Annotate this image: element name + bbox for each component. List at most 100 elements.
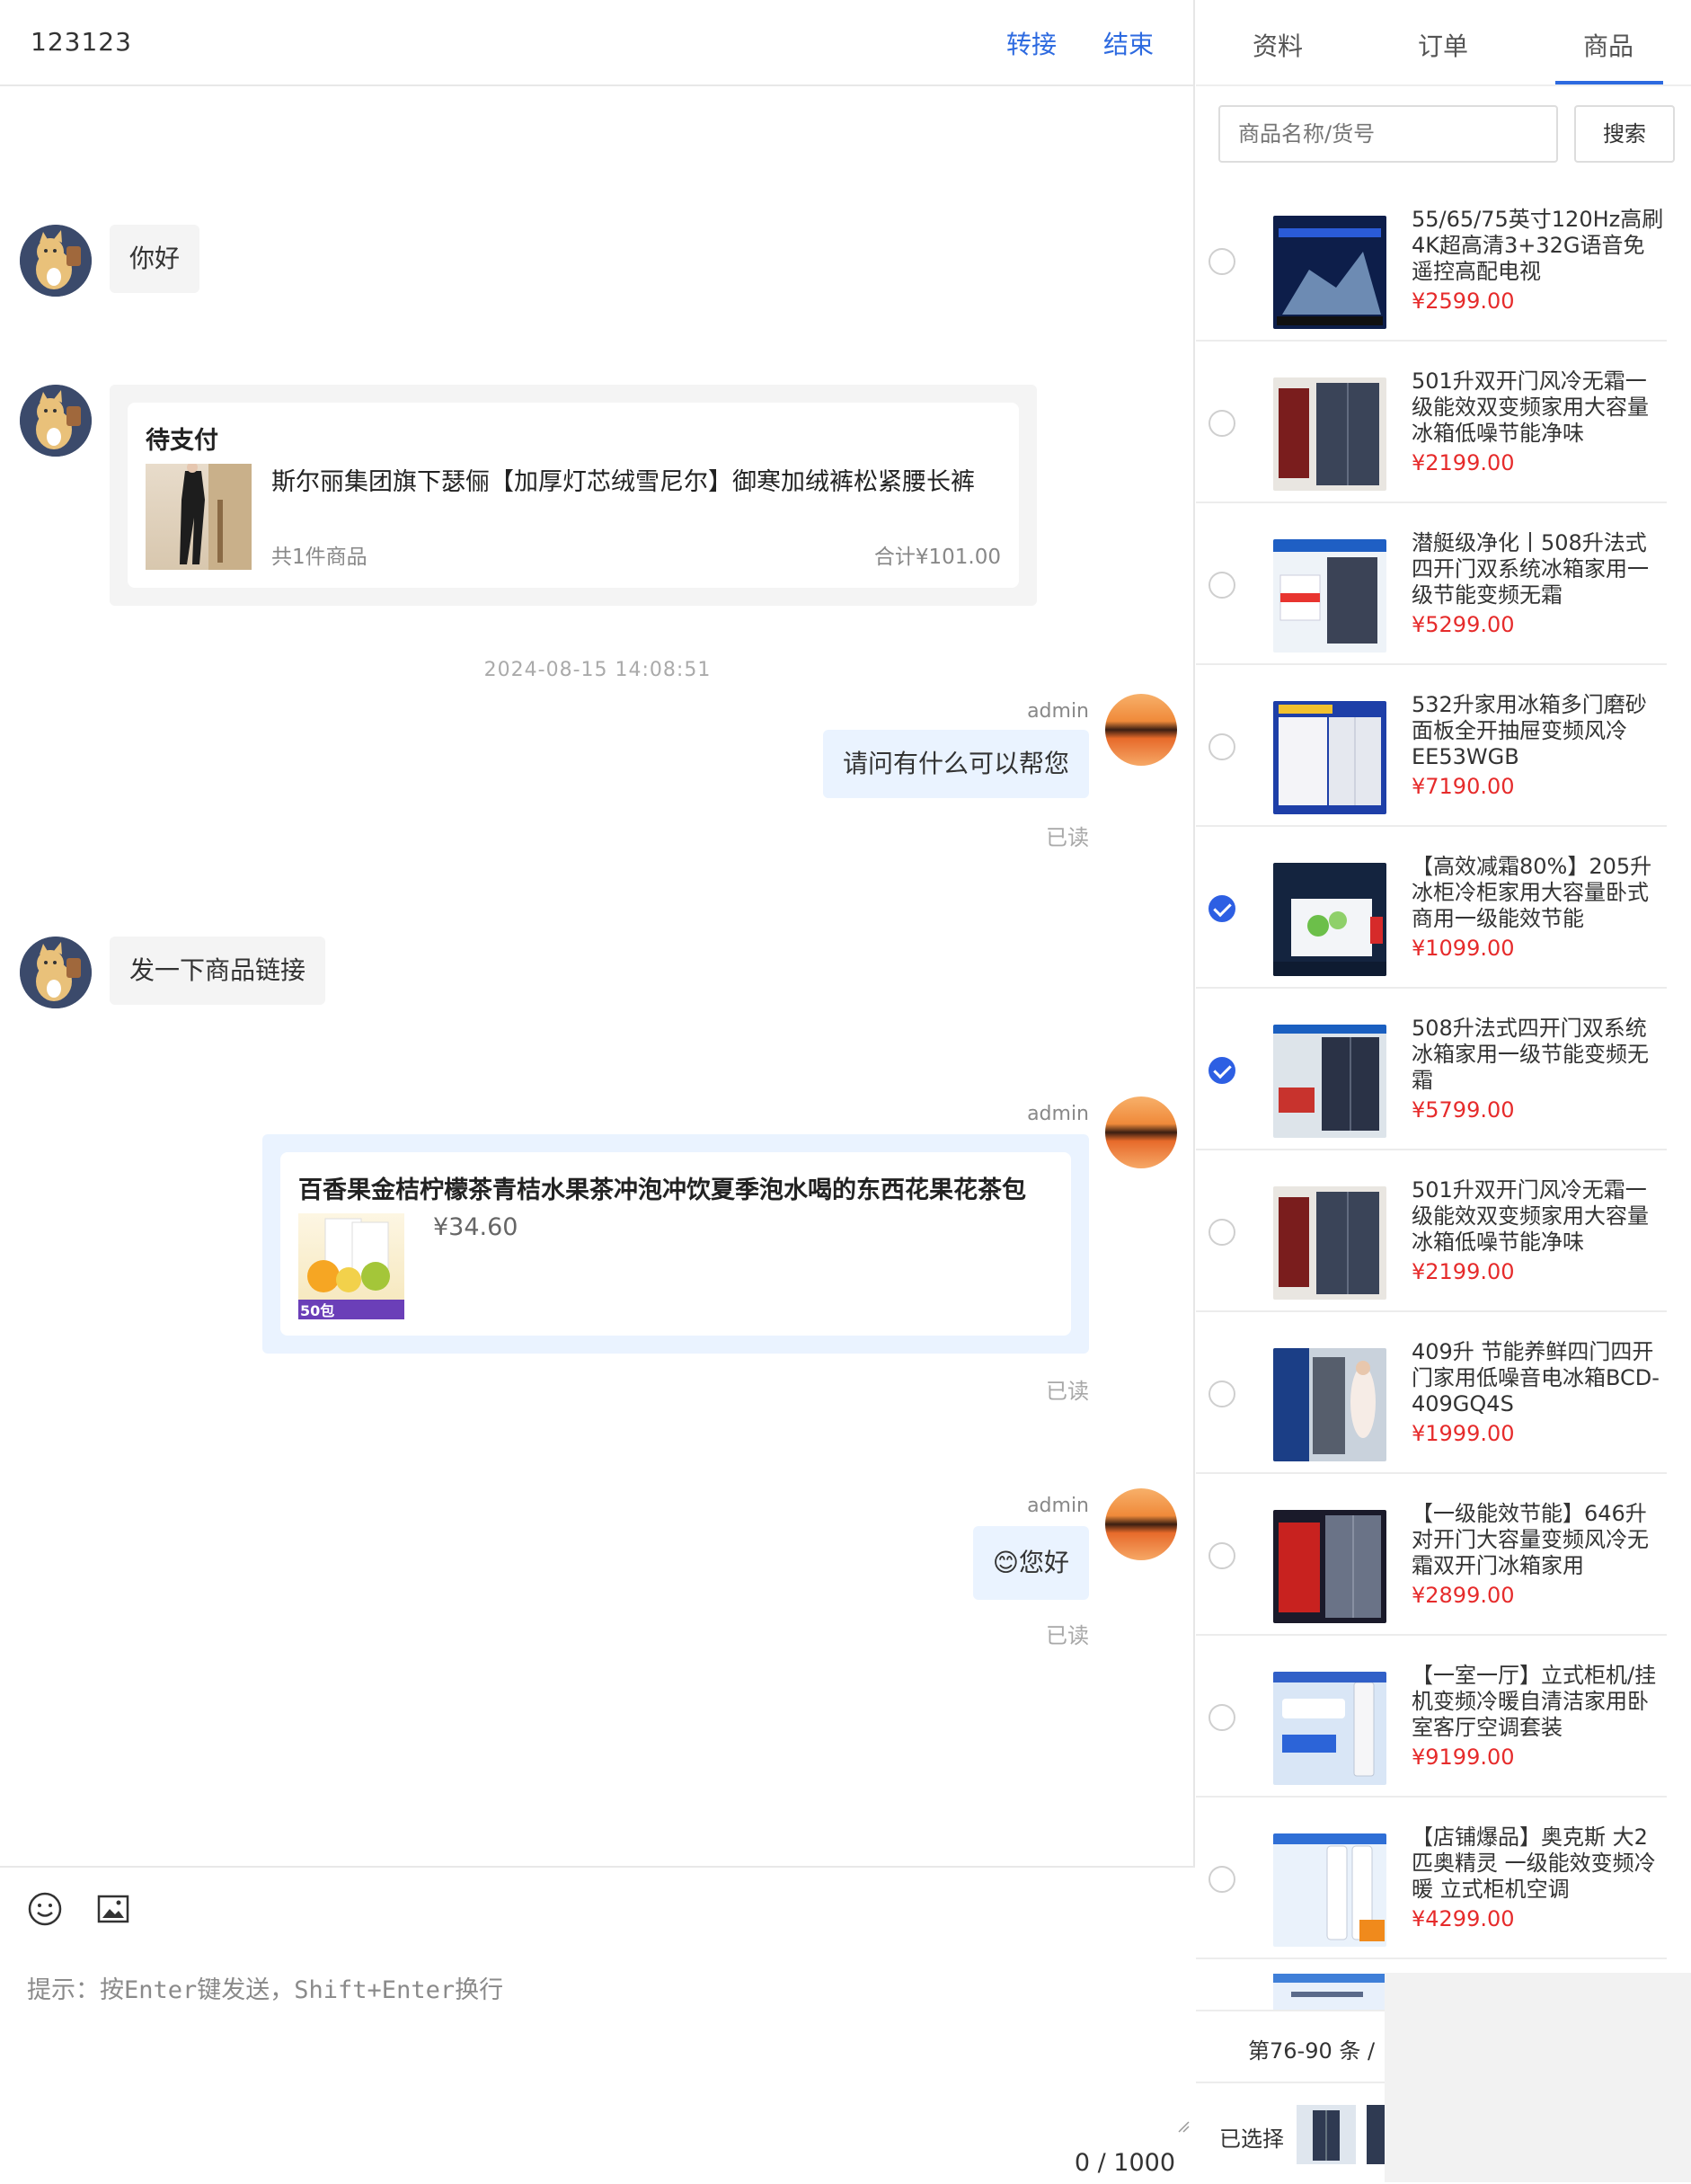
product-title: 501升双开门风冷无霜一级能效双变频家用大容量冰箱低噪节能净味 <box>1412 1177 1649 1255</box>
divider <box>1196 2082 1385 2083</box>
product-checkbox[interactable] <box>1208 410 1235 437</box>
product-item[interactable]: 【店铺爆品】奥克斯 大2匹奥精灵 一级能效变频冷暖 立式柜机空调 ¥4299.00 <box>1196 1798 1667 1959</box>
customer-avatar <box>20 385 92 457</box>
composer-hint[interactable]: 提示：按Enter键发送，Shift+Enter换行 <box>27 1970 503 2005</box>
char-counter: 0 / 1000 <box>1074 2149 1175 2177</box>
product-checkbox[interactable] <box>1208 1219 1235 1246</box>
tab-profile[interactable]: 资料 <box>1253 27 1303 63</box>
search-button[interactable]: 搜索 <box>1574 105 1675 163</box>
product-checkbox[interactable] <box>1208 1381 1235 1407</box>
order-message: 待支付 斯尔丽集团旗下瑟俪【加厚灯芯绒雪尼尔】御寒加绒裤松紧腰长裤 共1件商品 … <box>110 385 1037 606</box>
product-thumbnail <box>1273 539 1386 653</box>
selected-bar: 已选择 <box>1196 2105 1385 2171</box>
message-text: 您好 <box>1018 1548 1069 1577</box>
customer-avatar <box>20 937 92 1008</box>
product-title: 409升 节能养鲜四门四开门家用低噪音电冰箱BCD-409GQ4S <box>1412 1339 1660 1416</box>
product-item[interactable]: 508升法式四开门双系统冰箱家用一级节能变频无霜 ¥5799.00 <box>1196 989 1667 1150</box>
message-bubble: 请问有什么可以帮您 <box>822 730 1089 798</box>
selected-label: 已选择 <box>1219 2126 1284 2152</box>
product-checkbox[interactable] <box>1208 895 1235 922</box>
product-title: 【店铺爆品】奥克斯 大2匹奥精灵 一级能效变频冷暖 立式柜机空调 <box>1412 1824 1656 1902</box>
product-item[interactable]: 532升家用冰箱多门磨砂面板全开抽屉变频风冷EE53WGB ¥7190.00 <box>1196 665 1667 827</box>
order-card[interactable]: 待支付 斯尔丽集团旗下瑟俪【加厚灯芯绒雪尼尔】御寒加绒裤松紧腰长裤 共1件商品 … <box>128 403 1019 588</box>
product-item[interactable]: 501升双开门风冷无霜一级能效双变频家用大容量冰箱低噪节能净味 ¥2199.00 <box>1196 1150 1667 1312</box>
product-item[interactable]: 【一室一厅】立式柜机/挂机变频冷暖自清洁家用卧室客厅空调套装 ¥9199.00 <box>1196 1636 1667 1798</box>
product-checkbox[interactable] <box>1208 733 1235 760</box>
chat-pane: 123123 转接 结束 你好 待支付 斯尔丽集团旗下瑟俪【加厚灯芯绒雪尼尔】御… <box>0 0 1195 2184</box>
tab-orders[interactable]: 订单 <box>1418 27 1468 63</box>
sender-name: admin <box>1027 1495 1089 1517</box>
overlay-area <box>1385 1973 1691 2182</box>
smile-icon[interactable] <box>25 1889 65 1929</box>
message-timestamp: 2024-08-15 14:08:51 <box>483 659 712 681</box>
product-price: ¥1999.00 <box>1412 1421 1515 1446</box>
product-link-card[interactable]: 百香果金桔柠檬茶青桔水果茶冲泡冲饮夏季泡水喝的东西花果花茶包 50包 ¥34.6… <box>280 1152 1071 1336</box>
product-link-title: 百香果金桔柠檬茶青桔水果茶冲泡冲饮夏季泡水喝的东西花果花茶包 <box>298 1176 1026 1204</box>
product-item[interactable]: 【一级能效节能】646升对开门大容量变频风冷无霜双开门冰箱家用 ¥2899.00 <box>1196 1474 1667 1636</box>
product-item[interactable]: 潜艇级净化丨508升法式四开门双系统冰箱家用一级节能变频无霜 ¥5299.00 <box>1196 503 1667 665</box>
product-thumbnail <box>1273 1510 1386 1623</box>
order-item-count: 共1件商品 <box>271 546 367 569</box>
product-title: 【一级能效节能】646升对开门大容量变频风冷无霜双开门冰箱家用 <box>1412 1501 1649 1578</box>
product-link-image: 50包 <box>298 1213 404 1319</box>
product-thumbnail <box>1273 701 1386 814</box>
product-title: 【高效减霜80%】205升冰柜冷柜家用大容量卧式商用一级能效节能 <box>1412 854 1652 931</box>
product-item[interactable]: 409升 节能养鲜四门四开门家用低噪音电冰箱BCD-409GQ4S ¥1999.0… <box>1196 1312 1667 1474</box>
sender-name: admin <box>1027 1103 1089 1125</box>
product-checkbox[interactable] <box>1208 1057 1235 1084</box>
image-icon[interactable] <box>93 1889 133 1929</box>
agent-avatar <box>1105 694 1177 766</box>
tab-products[interactable]: 商品 <box>1583 27 1633 63</box>
order-product-title: 斯尔丽集团旗下瑟俪【加厚灯芯绒雪尼尔】御寒加绒裤松紧腰长裤 <box>271 468 975 496</box>
order-total: 合计¥101.00 <box>873 546 1001 569</box>
product-title: 508升法式四开门双系统冰箱家用一级节能变频无霜 <box>1412 1016 1649 1093</box>
agent-avatar <box>1105 1488 1177 1560</box>
product-title: 55/65/75英寸120Hz高刷4K超高清3+32G语音免遥控高配电视 <box>1412 207 1664 284</box>
message-composer: 提示：按Enter键发送，Shift+Enter换行 0 / 1000 <box>0 1866 1195 2184</box>
divider <box>1196 2010 1385 2011</box>
product-price: ¥1099.00 <box>1412 936 1515 961</box>
product-thumbnail <box>1273 1974 1385 2010</box>
product-title: 532升家用冰箱多门磨砂面板全开抽屉变频风冷EE53WGB <box>1412 692 1647 769</box>
selected-product-thumb[interactable] <box>1297 2105 1356 2164</box>
pagination-text: 第76-90 条 / <box>1248 2038 1376 2064</box>
active-tab-indicator <box>1555 81 1663 84</box>
product-link-badge: 50包 <box>300 1302 335 1319</box>
product-search-input[interactable] <box>1218 105 1558 163</box>
message-bubble: 你好 <box>110 225 200 293</box>
tabs-divider <box>1196 84 1691 86</box>
message-bubble: 😊您好 <box>972 1526 1089 1600</box>
product-checkbox[interactable] <box>1208 1704 1235 1731</box>
product-link-message: 百香果金桔柠檬茶青桔水果茶冲泡冲饮夏季泡水喝的东西花果花茶包 50包 ¥34.6… <box>262 1134 1089 1354</box>
product-item[interactable]: 501升双开门风冷无霜一级能效双变频家用大容量冰箱低噪节能净味 ¥2199.00 <box>1196 342 1667 503</box>
product-thumbnail <box>1273 1186 1386 1300</box>
product-checkbox[interactable] <box>1208 1866 1235 1893</box>
product-price: ¥5799.00 <box>1412 1097 1515 1123</box>
order-status: 待支付 <box>146 427 218 455</box>
product-checkbox[interactable] <box>1208 572 1235 599</box>
selected-product-thumb[interactable] <box>1367 2105 1385 2164</box>
read-status: 已读 <box>1046 1623 1089 1648</box>
product-checkbox[interactable] <box>1208 1542 1235 1569</box>
product-item[interactable]: 55/65/75英寸120Hz高刷4K超高清3+32G语音免遥控高配电视 ¥259… <box>1196 180 1667 342</box>
product-thumbnail <box>1273 216 1386 329</box>
product-title: 潜艇级净化丨508升法式四开门双系统冰箱家用一级节能变频无霜 <box>1412 530 1649 608</box>
product-link-price: ¥34.60 <box>433 1213 518 1241</box>
product-checkbox[interactable] <box>1208 248 1235 275</box>
pagination: 第76-90 条 / <box>1196 2031 1385 2067</box>
product-thumbnail <box>1273 1025 1386 1138</box>
product-price: ¥9199.00 <box>1412 1745 1515 1770</box>
product-price: ¥2899.00 <box>1412 1583 1515 1608</box>
read-status: 已读 <box>1046 1379 1089 1404</box>
customer-avatar <box>20 225 92 297</box>
order-product-image <box>146 464 252 570</box>
transfer-button[interactable]: 转接 <box>1006 25 1057 61</box>
chat-header: 123123 转接 结束 <box>0 0 1193 86</box>
product-thumbnail <box>1273 1348 1386 1461</box>
product-price: ¥2199.00 <box>1412 1259 1515 1284</box>
resize-handle-icon[interactable] <box>1177 2119 1190 2133</box>
end-chat-button[interactable]: 结束 <box>1103 25 1154 61</box>
message-bubble: 发一下商品链接 <box>110 937 326 1005</box>
product-item[interactable]: 【高效减霜80%】205升冰柜冷柜家用大容量卧式商用一级能效节能 ¥1099.00 <box>1196 827 1667 989</box>
product-price: ¥7190.00 <box>1412 774 1515 799</box>
